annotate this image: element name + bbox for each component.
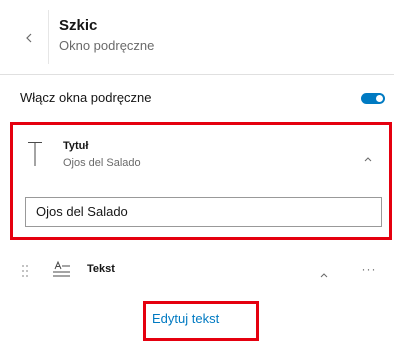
text-element-label: Tekst: [87, 263, 115, 275]
highlight-box-title: [10, 122, 392, 240]
chevron-up-icon: [320, 273, 328, 278]
panel-header: Szkic Okno podręczne: [0, 0, 394, 75]
popup-toggle-label: Włącz okna podręczne: [20, 90, 152, 105]
chevron-left-icon: [26, 33, 32, 43]
text-collapse-button[interactable]: [318, 267, 330, 278]
drag-handle-icon[interactable]: [21, 264, 29, 278]
popup-toggle-row: Włącz okna podręczne: [0, 75, 394, 120]
highlight-box-edit: [143, 301, 259, 341]
header-divider: [48, 10, 49, 64]
popup-toggle-switch[interactable]: [361, 93, 385, 104]
panel-title: Szkic: [59, 17, 98, 34]
panel-subtitle: Okno podręczne: [59, 38, 155, 53]
text-align-icon: [52, 260, 72, 278]
back-button[interactable]: [22, 29, 36, 47]
more-options-button[interactable]: ···: [360, 262, 378, 276]
